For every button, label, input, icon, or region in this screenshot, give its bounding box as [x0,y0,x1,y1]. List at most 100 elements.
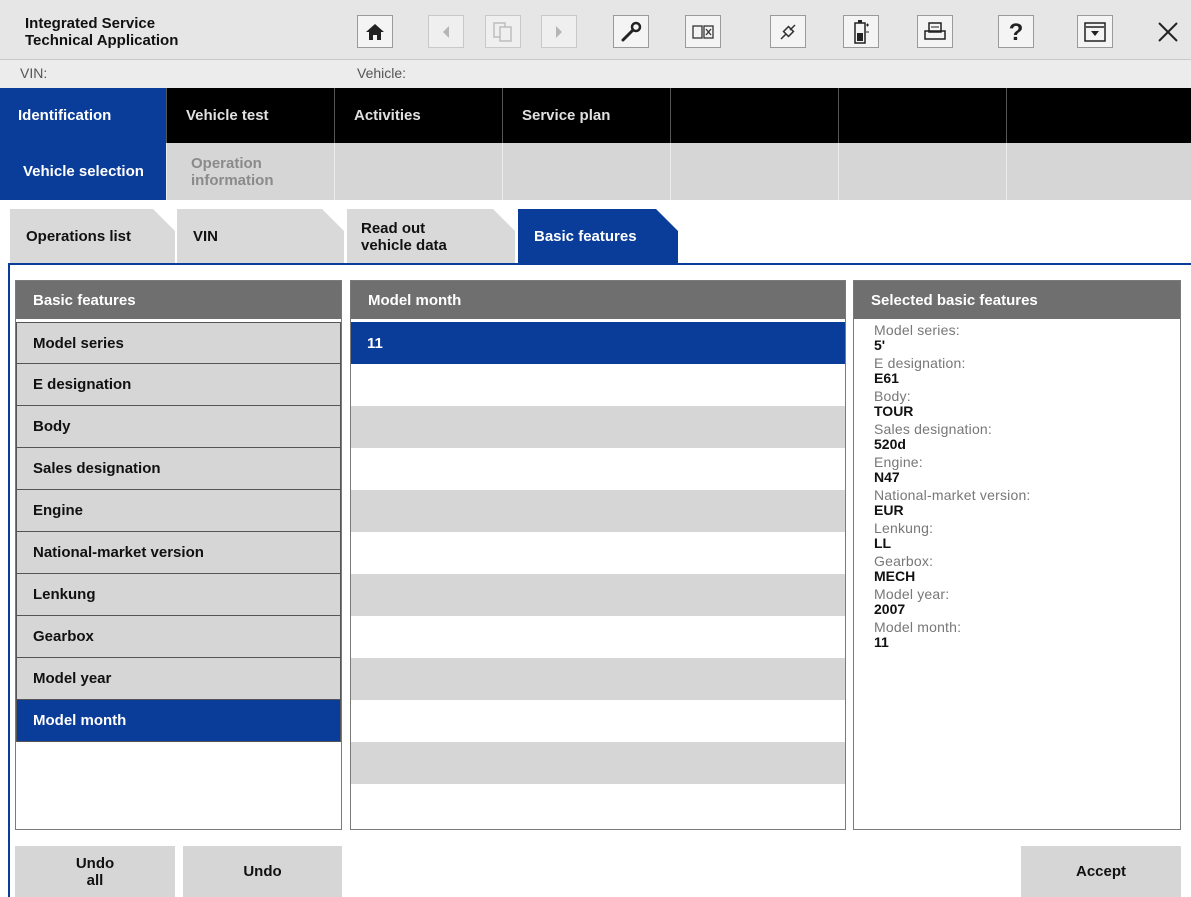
help-button[interactable]: ? [998,15,1034,48]
subtab-empty [1008,143,1175,200]
list-item [351,616,845,658]
plug-icon [780,23,796,40]
app-title-line2: Technical Application [25,32,179,49]
basic-features-panel: Basic features Model series E designatio… [15,280,342,830]
home-icon [366,23,384,40]
undo-all-button[interactable]: Undo all [15,846,175,897]
title-bar: Integrated Service Technical Application… [0,0,1191,60]
tab-divider [8,263,1191,265]
list-item [351,532,845,574]
selected-features-header: Selected basic features [854,281,1180,319]
battery-icon [854,19,869,44]
selected-value: 520d [874,436,906,452]
minimize-button[interactable] [1077,15,1113,48]
selected-label: E designation: [874,355,966,371]
feature-engine[interactable]: Engine [16,490,341,532]
home-button[interactable] [357,15,393,48]
accept-button[interactable]: Accept [1021,846,1181,897]
feature-model-series[interactable]: Model series [16,322,341,364]
feature-body[interactable]: Body [16,406,341,448]
battery-button[interactable] [843,15,879,48]
list-item [351,742,845,784]
selected-label: Model month: [874,619,962,635]
feature-lenkung[interactable]: Lenkung [16,574,341,616]
vehicle-label: Vehicle: [357,65,407,81]
list-item[interactable]: 11 [351,322,845,364]
subtab-operation-information[interactable]: Operation information [168,143,335,200]
window-icon [692,24,714,39]
tab-vin[interactable]: VIN [177,209,344,264]
wrench-icon [621,21,642,41]
subtab-empty [840,143,1007,200]
tab-read-out-vehicle-data-label: Read out vehicle data [361,219,447,254]
undo-button[interactable]: Undo [183,846,342,897]
selected-label: Engine: [874,454,923,470]
selected-value: N47 [874,469,900,485]
forward-button[interactable] [541,15,577,48]
app-title-line1: Integrated Service [25,15,156,32]
selected-value: LL [874,535,892,551]
printer-icon [924,21,946,40]
workshop-button[interactable] [613,15,649,48]
minimize-icon [1084,21,1106,42]
selected-value: 2007 [874,601,906,617]
selected-features-list: Model series: 5' E designation: E61 Body… [854,319,1180,650]
tab-identification[interactable]: Identification [0,88,167,143]
selected-label: Model year: [874,586,950,602]
tab-empty [672,88,839,143]
back-button[interactable] [428,15,464,48]
tab-basic-features[interactable]: Basic features [518,209,678,264]
tab-activities[interactable]: Activities [336,88,503,143]
undo-all-line2: all [86,871,104,889]
tab-empty [1008,88,1175,143]
tab-vehicle-test[interactable]: Vehicle test [168,88,335,143]
vin-label: VIN: [20,65,48,81]
feature-gearbox[interactable]: Gearbox [16,616,341,658]
tab-operations-list[interactable]: Operations list [10,209,175,264]
selected-value: EUR [874,502,904,518]
subtab-empty [672,143,839,200]
main-navigation: Identification Vehicle test Activities S… [0,88,1191,143]
selected-value: TOUR [874,403,914,419]
list-item [351,574,845,616]
tab-service-plan[interactable]: Service plan [504,88,671,143]
selected-value: E61 [874,370,899,386]
arrow-left-icon [443,25,449,38]
subtab-empty [336,143,503,200]
selected-value: 5' [874,337,886,353]
list-item [351,364,845,406]
tab-read-out-vehicle-data[interactable]: Read out vehicle data [347,209,515,264]
selected-label: Body: [874,388,911,404]
selected-label: Model series: [874,322,960,338]
model-month-header: Model month [351,281,845,319]
selected-label: National-market version: [874,487,1031,503]
connection-button[interactable] [770,15,806,48]
feature-e-designation[interactable]: E designation [16,364,341,406]
undo-all-line1: Undo [75,854,115,872]
selected-label: Sales designation: [874,421,993,437]
subtab-vehicle-selection[interactable]: Vehicle selection [0,143,167,200]
list-item [351,784,845,826]
basic-features-header: Basic features [16,281,341,319]
list-item [351,406,845,448]
display-button[interactable] [685,15,721,48]
list-item [351,700,845,742]
content-frame-left [8,263,10,897]
list-item [351,658,845,700]
feature-model-month[interactable]: Model month [16,700,341,742]
arrow-right-icon [556,25,562,38]
subtab-empty [504,143,671,200]
selected-value: 11 [874,634,889,650]
selected-label: Gearbox: [874,553,934,569]
feature-model-year[interactable]: Model year [16,658,341,700]
feature-national-market-version[interactable]: National-market version [16,532,341,574]
vehicle-info-bar: VIN: Vehicle: [0,60,1191,88]
feature-sales-designation[interactable]: Sales designation [16,448,341,490]
print-button[interactable] [917,15,953,48]
documents-button[interactable] [485,15,521,48]
selected-value: MECH [874,568,916,584]
selected-features-panel: Selected basic features Model series: 5'… [853,280,1181,830]
documents-icon [493,21,512,42]
sub-navigation: Vehicle selection Operation information [0,143,1191,200]
close-button[interactable] [1150,15,1186,48]
